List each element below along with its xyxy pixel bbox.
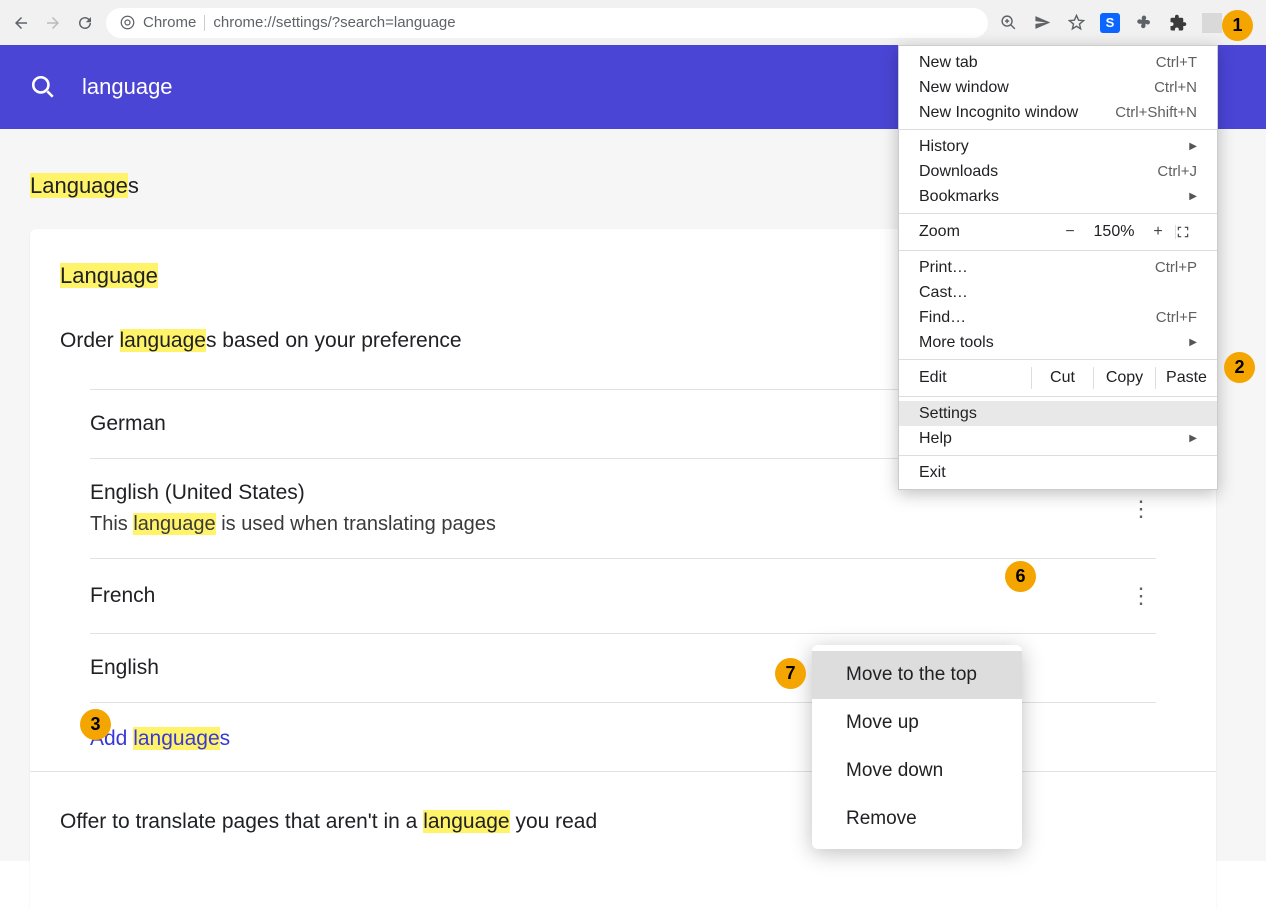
menu-new-window[interactable]: New windowCtrl+N [899,75,1217,100]
search-icon[interactable] [30,74,56,100]
bookmark-star-icon[interactable] [1066,13,1086,33]
menu-cut[interactable]: Cut [1031,367,1093,389]
menu-history[interactable]: History▶ [899,134,1217,159]
back-button[interactable] [10,12,32,34]
step-badge-2: 2 [1224,352,1255,383]
step-badge-1: 1 [1222,10,1253,41]
fullscreen-button[interactable] [1175,225,1203,239]
menu-incognito[interactable]: New Incognito windowCtrl+Shift+N [899,100,1217,125]
chevron-right-icon: ▶ [1189,141,1197,152]
menu-zoom: Zoom − 150% + [899,218,1217,246]
zoom-out-button[interactable]: − [1053,223,1087,241]
menu-exit[interactable]: Exit [899,460,1217,485]
step-badge-6: 6 [1005,561,1036,592]
menu-separator [899,250,1217,251]
menu-separator [899,129,1217,130]
menu-remove[interactable]: Remove [812,795,1022,843]
forward-button[interactable] [42,12,64,34]
menu-edit-row: Edit Cut Copy Paste [899,364,1217,392]
menu-new-tab[interactable]: New tabCtrl+T [899,50,1217,75]
menu-separator [899,396,1217,397]
menu-settings[interactable]: Settings [899,401,1217,426]
menu-separator [899,213,1217,214]
extensions-puzzle-icon[interactable] [1168,13,1188,33]
extension-clover-icon[interactable] [1134,13,1154,33]
menu-move-top[interactable]: Move to the top [812,651,1022,699]
offer-translate-row[interactable]: Offer to translate pages that aren't in … [30,771,1216,834]
omnibox-separator [204,15,205,31]
reload-button[interactable] [74,12,96,34]
menu-separator [899,455,1217,456]
chevron-right-icon: ▶ [1189,337,1197,348]
send-icon[interactable] [1032,13,1052,33]
zoom-level: 150% [1087,223,1141,241]
menu-cast[interactable]: Cast… [899,280,1217,305]
step-badge-7: 7 [775,658,806,689]
menu-downloads[interactable]: DownloadsCtrl+J [899,159,1217,184]
chevron-right-icon: ▶ [1189,433,1197,444]
menu-find[interactable]: Find…Ctrl+F [899,305,1217,330]
step-badge-3: 3 [80,709,111,740]
zoom-indicator-icon[interactable] [998,13,1018,33]
language-row-french[interactable]: French ⋮ [90,559,1156,634]
menu-move-down[interactable]: Move down [812,747,1022,795]
extension-s-icon[interactable]: S [1100,13,1120,33]
more-options-button[interactable]: ⋮ [1126,494,1156,524]
chevron-right-icon: ▶ [1189,191,1197,202]
url-prefix: Chrome [143,14,196,31]
menu-separator [899,359,1217,360]
add-languages-link[interactable]: Add languages [30,703,1216,761]
toolbar-right: S [998,13,1256,33]
omnibox[interactable]: Chrome chrome://settings/?search=languag… [106,8,988,38]
menu-more-tools[interactable]: More tools▶ [899,330,1217,355]
url-text: chrome://settings/?search=language [213,14,455,31]
language-context-menu: Move to the top Move up Move down Remove [812,645,1022,849]
zoom-in-button[interactable]: + [1141,223,1175,241]
profile-icon[interactable] [1202,13,1222,33]
menu-paste[interactable]: Paste [1155,367,1217,389]
menu-help[interactable]: Help▶ [899,426,1217,451]
menu-bookmarks[interactable]: Bookmarks▶ [899,184,1217,209]
chrome-icon [120,15,135,30]
chrome-main-menu: New tabCtrl+T New windowCtrl+N New Incog… [898,45,1218,490]
more-options-button[interactable]: ⋮ [1126,581,1156,611]
browser-toolbar: Chrome chrome://settings/?search=languag… [0,0,1266,45]
menu-copy[interactable]: Copy [1093,367,1155,389]
menu-move-up[interactable]: Move up [812,699,1022,747]
menu-print[interactable]: Print…Ctrl+P [899,255,1217,280]
search-query[interactable]: language [82,74,173,100]
